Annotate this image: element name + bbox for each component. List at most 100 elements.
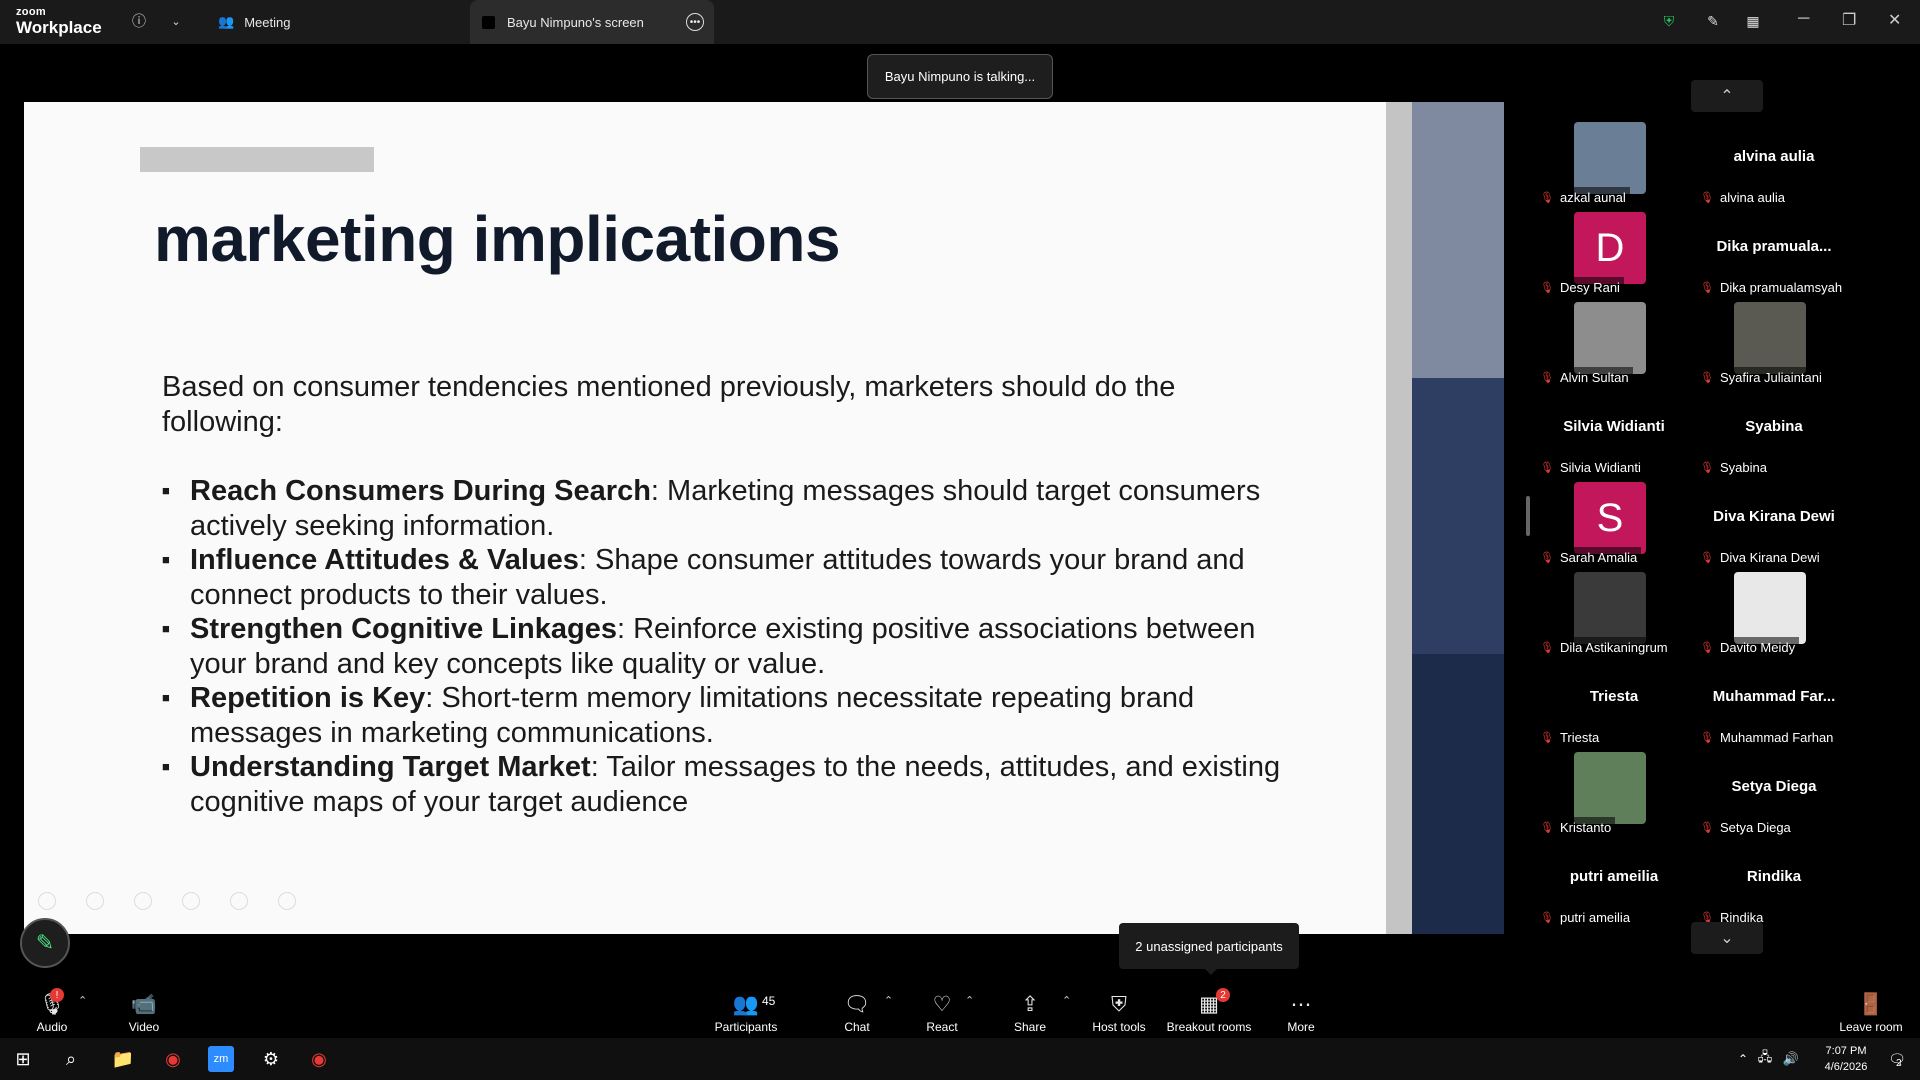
network-icon[interactable]: 🖧 bbox=[1752, 1046, 1778, 1072]
participant-tile[interactable]: S 🎙 Sarah Amalia bbox=[1534, 482, 1694, 572]
participant-tile[interactable]: Rindika 🎙 Rindika bbox=[1694, 842, 1854, 932]
windows-start-icon[interactable]: ⊞ bbox=[10, 1046, 36, 1072]
participant-name: Sarah Amalia bbox=[1559, 549, 1638, 565]
tab-meeting-label: Meeting bbox=[244, 14, 291, 30]
layout-icon[interactable]: ▦ bbox=[1742, 10, 1764, 32]
react-options-caret[interactable]: ⌃ bbox=[965, 994, 974, 1007]
share-options-caret[interactable]: ⌃ bbox=[1062, 994, 1071, 1007]
react-button[interactable]: ♡ React bbox=[925, 980, 959, 1038]
slide-decoration bbox=[1412, 102, 1504, 378]
participant-tile[interactable]: Muhammad Far... 🎙 Muhammad Farhan bbox=[1694, 662, 1854, 752]
mic-muted-icon: 🎙 bbox=[1700, 551, 1714, 564]
more-button[interactable]: ⋯ More bbox=[1286, 980, 1316, 1038]
more-icon[interactable] bbox=[278, 892, 296, 910]
participant-name-tag: 🎙 Syabina bbox=[1696, 457, 1771, 477]
participant-name-tag: 🎙 Sarah Amalia bbox=[1536, 547, 1642, 567]
leave-room-button[interactable]: 🚪 Leave room bbox=[1838, 980, 1904, 1038]
bullet-item: Influence Attitudes & Values: Shape cons… bbox=[162, 543, 1302, 612]
chevron-down-icon[interactable]: ⌄ bbox=[165, 10, 187, 32]
participant-tile[interactable]: 🎙 Dila Astikaningrum bbox=[1534, 572, 1694, 662]
participant-tile[interactable]: 🎙 azkal aunal bbox=[1534, 122, 1694, 212]
mic-muted-icon: 🎙 bbox=[1540, 821, 1554, 834]
chrome-profile-icon[interactable]: ◉ bbox=[306, 1046, 332, 1072]
participants-button[interactable]: 👥 Participants bbox=[708, 980, 784, 1038]
zoom-icon[interactable] bbox=[230, 892, 248, 910]
gallery-resize-handle[interactable] bbox=[1526, 496, 1530, 536]
share-button[interactable]: ⇪ Share bbox=[1014, 980, 1046, 1038]
slide-decoration bbox=[1412, 378, 1504, 654]
zoom-app-icon[interactable]: zm bbox=[208, 1046, 234, 1072]
chrome-icon[interactable]: ◉ bbox=[160, 1046, 186, 1072]
participant-display-name: Setya Diega bbox=[1731, 778, 1817, 795]
participant-tile[interactable]: Diva Kirana Dewi 🎙 Diva Kirana Dewi bbox=[1694, 482, 1854, 572]
host-tools-button[interactable]: ⛨ Host tools bbox=[1090, 980, 1148, 1038]
mic-muted-icon: 🎙 bbox=[1540, 551, 1554, 564]
more-label: More bbox=[1287, 1020, 1315, 1034]
participant-tile[interactable]: alvina aulia 🎙 alvina aulia bbox=[1694, 122, 1854, 212]
participant-tile[interactable]: 🎙 Syafira Juliaintani bbox=[1694, 302, 1854, 392]
participant-tile[interactable]: Dika pramuala... 🎙 Dika pramualamsyah bbox=[1694, 212, 1854, 302]
participant-tile[interactable]: Syabina 🎙 Syabina bbox=[1694, 392, 1854, 482]
participant-name: Kristanto bbox=[1559, 819, 1612, 835]
annotation-pencil-button[interactable]: ✎ bbox=[20, 918, 70, 968]
gallery-scroll-down-button[interactable]: ⌄ bbox=[1691, 922, 1763, 954]
participant-tile[interactable]: Triesta 🎙 Triesta bbox=[1534, 662, 1694, 752]
annotate-pencil-icon[interactable]: ✎ bbox=[1702, 10, 1724, 32]
play-icon[interactable] bbox=[86, 892, 104, 910]
participant-tile[interactable]: putri ameilia 🎙 putri ameilia bbox=[1534, 842, 1694, 932]
system-clock[interactable]: 7:07 PM 4/6/2026 bbox=[1806, 1043, 1886, 1075]
mic-muted-icon: 🎙 bbox=[1540, 371, 1554, 384]
avatar-photo bbox=[1734, 572, 1806, 644]
participant-name-tag: 🎙 Alvin Sultan bbox=[1536, 367, 1633, 387]
participants-icon: 👥 bbox=[732, 993, 760, 1016]
info-icon[interactable]: ⓘ bbox=[128, 10, 150, 32]
participant-display-name: Diva Kirana Dewi bbox=[1713, 508, 1835, 525]
pen-icon[interactable] bbox=[134, 892, 152, 910]
shared-screen: marketing implications Based on consumer… bbox=[24, 56, 1504, 936]
chat-options-caret[interactable]: ⌃ bbox=[884, 994, 893, 1007]
participant-name: Syabina bbox=[1719, 459, 1767, 475]
participant-name-tag: 🎙 Dika pramualamsyah bbox=[1696, 277, 1847, 297]
shield-icon[interactable]: ⛨ bbox=[1658, 10, 1680, 32]
react-label: React bbox=[926, 1020, 958, 1034]
tab-shared-screen[interactable]: Bayu Nimpuno's screen ••• bbox=[470, 0, 714, 44]
talking-indicator: Bayu Nimpuno is talking... bbox=[867, 54, 1053, 99]
participant-tile[interactable]: 🎙 Alvin Sultan bbox=[1534, 302, 1694, 392]
gallery-scroll-up-button[interactable]: ⌃ bbox=[1691, 80, 1763, 112]
prev-icon[interactable] bbox=[38, 892, 56, 910]
participant-name-tag: 🎙 Setya Diega bbox=[1696, 817, 1795, 837]
participant-tile[interactable]: 🎙 Davito Meidy bbox=[1694, 572, 1854, 662]
participant-tile[interactable]: Setya Diega 🎙 Setya Diega bbox=[1694, 752, 1854, 842]
participants-label: Participants bbox=[714, 1020, 778, 1034]
video-button[interactable]: 📹 Video bbox=[126, 980, 162, 1038]
participant-tile[interactable]: D 🎙 Desy Rani bbox=[1534, 212, 1694, 302]
volume-icon[interactable]: 🔊 bbox=[1778, 1046, 1804, 1072]
restore-icon[interactable]: ❐ bbox=[1842, 10, 1856, 30]
minimize-icon[interactable]: ─ bbox=[1798, 10, 1809, 28]
zoom-logo: zoom Workplace bbox=[16, 6, 102, 37]
presenter-ghost-tools bbox=[38, 892, 296, 910]
slide-gray-bar bbox=[140, 147, 374, 172]
logo-big-text: Workplace bbox=[16, 18, 102, 37]
chat-button[interactable]: 🗨 Chat bbox=[842, 980, 872, 1038]
mic-muted-icon: 🎙 bbox=[1700, 641, 1714, 654]
participant-tile[interactable]: Silvia Widianti 🎙 Silvia Widianti bbox=[1534, 392, 1694, 482]
audio-options-caret[interactable]: ⌃ bbox=[78, 994, 87, 1007]
participant-name: Triesta bbox=[1559, 729, 1600, 745]
title-bar: zoom Workplace ⓘ ⌄ 👥 Meeting Bayu Nimpun… bbox=[0, 0, 1920, 44]
participant-tile[interactable]: 🎙 Kristanto bbox=[1534, 752, 1694, 842]
settings-gear-icon[interactable]: ⚙ bbox=[258, 1046, 284, 1072]
search-icon[interactable]: ⌕ bbox=[58, 1046, 84, 1072]
tab-meeting[interactable]: 👥 Meeting bbox=[218, 0, 290, 44]
more-options-icon[interactable]: ••• bbox=[686, 13, 704, 31]
participant-display-name: alvina aulia bbox=[1733, 148, 1815, 165]
leave-door-icon: 🚪 bbox=[1857, 993, 1885, 1016]
avatar-photo bbox=[1574, 752, 1646, 824]
slide: marketing implications Based on consumer… bbox=[24, 102, 1386, 934]
close-icon[interactable]: ✕ bbox=[1888, 10, 1901, 30]
breakout-rooms-button[interactable]: ▦ Breakout rooms bbox=[1166, 980, 1252, 1038]
copy-icon[interactable] bbox=[182, 892, 200, 910]
logo-small-text: zoom bbox=[16, 6, 46, 18]
mic-muted-icon: 🎙 bbox=[1700, 281, 1714, 294]
file-explorer-icon[interactable]: 📁 bbox=[110, 1046, 136, 1072]
